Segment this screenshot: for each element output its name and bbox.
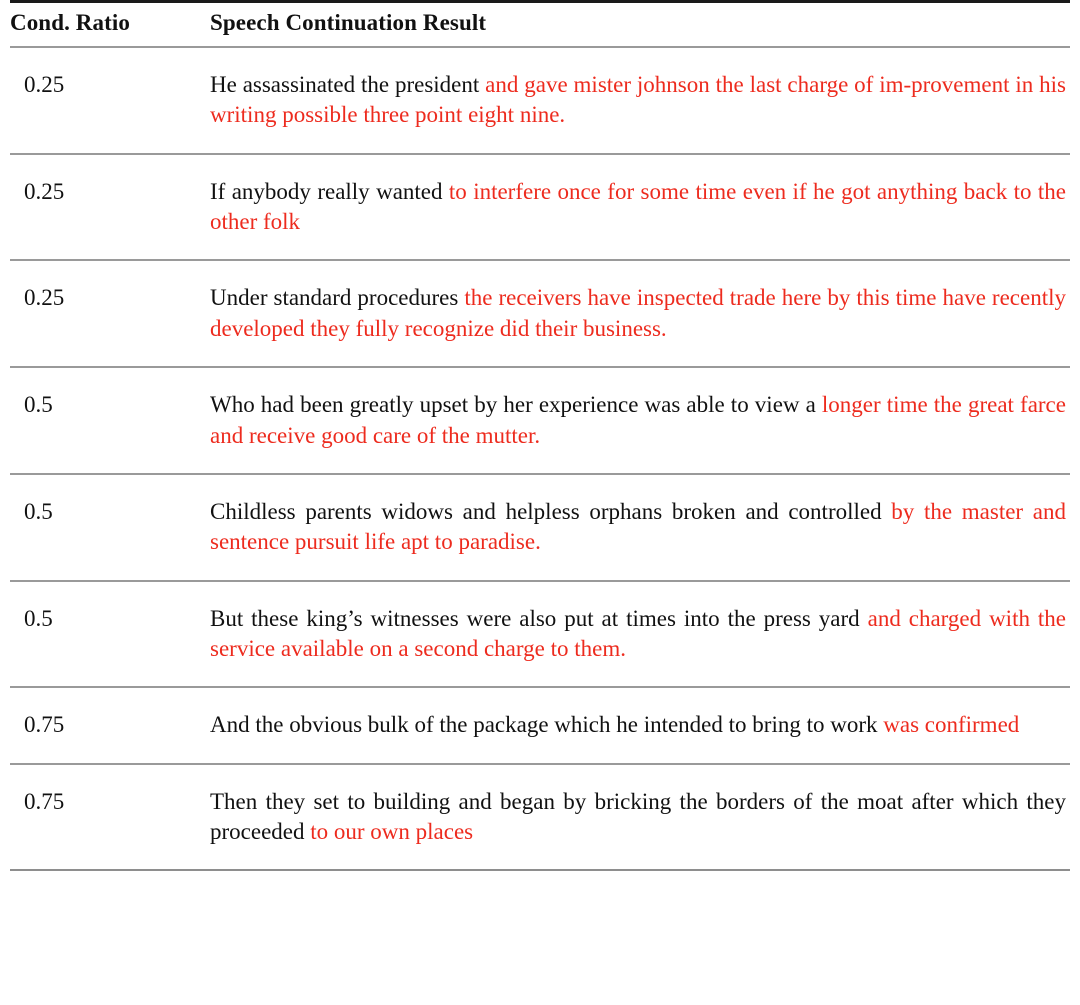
table-row: 0.5 But these king’s witnesses were also … xyxy=(10,582,1070,687)
cond-ratio-value: 0.25 xyxy=(24,285,65,311)
speech-continuation-value: If anybody really wanted to interfere on… xyxy=(210,155,1070,260)
prompt-segment: And the obvious bulk of the package whic… xyxy=(210,712,884,738)
speech-continuation-value: And the obvious bulk of the package whic… xyxy=(210,688,1070,762)
prompt-segment: But these king’s witnesses were also put… xyxy=(210,605,868,631)
table-row: 0.25 Under standard procedures the receiv… xyxy=(10,261,1070,366)
column-header-cond-ratio: Cond. Ratio xyxy=(10,10,130,35)
cond-ratio-value: 0.75 xyxy=(24,712,65,738)
speech-continuation-value: Under standard procedures the receivers … xyxy=(210,261,1070,366)
prompt-segment: If anybody really wanted xyxy=(210,178,449,204)
speech-continuation-value: But these king’s witnesses were also put… xyxy=(210,582,1070,687)
prompt-segment: Who had been greatly upset by her experi… xyxy=(210,392,822,418)
table-header: Cond. Ratio Speech Continuation Result xyxy=(10,0,1070,48)
cond-ratio-value: 0.75 xyxy=(24,788,65,814)
header-row: Cond. Ratio Speech Continuation Result xyxy=(10,3,1070,45)
speech-continuation-value: Then they set to building and began by b… xyxy=(210,765,1070,870)
speech-continuation-table: Cond. Ratio Speech Continuation Result 0… xyxy=(10,0,1070,872)
row-separator xyxy=(10,869,1070,872)
prompt-segment: He assassinated the president xyxy=(210,72,486,97)
cond-ratio-value: 0.25 xyxy=(24,178,65,204)
continuation-segment: was confirmed xyxy=(883,712,1020,738)
column-header-speech-continuation-result: Speech Continuation Result xyxy=(210,10,487,35)
prompt-segment: Childless parents widows and helpless or… xyxy=(210,498,892,524)
table-row: 0.25 He assassinated the president and ga… xyxy=(10,48,1070,153)
speech-continuation-value: Childless parents widows and helpless or… xyxy=(210,475,1070,580)
row-rule xyxy=(10,869,1070,872)
cond-ratio-value: 0.5 xyxy=(24,392,53,418)
cond-ratio-value: 0.5 xyxy=(24,605,53,631)
table-row: 0.5 Childless parents widows and helpless… xyxy=(10,475,1070,580)
cond-ratio-value: 0.25 xyxy=(24,72,65,97)
table-body: 0.25 He assassinated the president and ga… xyxy=(10,48,1070,872)
prompt-segment: Under standard procedures xyxy=(210,285,465,311)
speech-continuation-value: Who had been greatly upset by her experi… xyxy=(210,368,1070,473)
speech-continuation-value: He assassinated the president and gave m… xyxy=(210,48,1070,153)
continuation-segment: to our own places xyxy=(310,819,474,845)
cond-ratio-value: 0.5 xyxy=(24,498,53,524)
table-row: 0.75 And the obvious bulk of the package … xyxy=(10,688,1070,762)
table-row: 0.5 Who had been greatly upset by her exp… xyxy=(10,368,1070,473)
table-container: Cond. Ratio Speech Continuation Result 0… xyxy=(0,0,1080,1005)
table-row: 0.25 If anybody really wanted to interfer… xyxy=(10,155,1070,260)
table-row: 0.75 Then they set to building and began … xyxy=(10,765,1070,870)
